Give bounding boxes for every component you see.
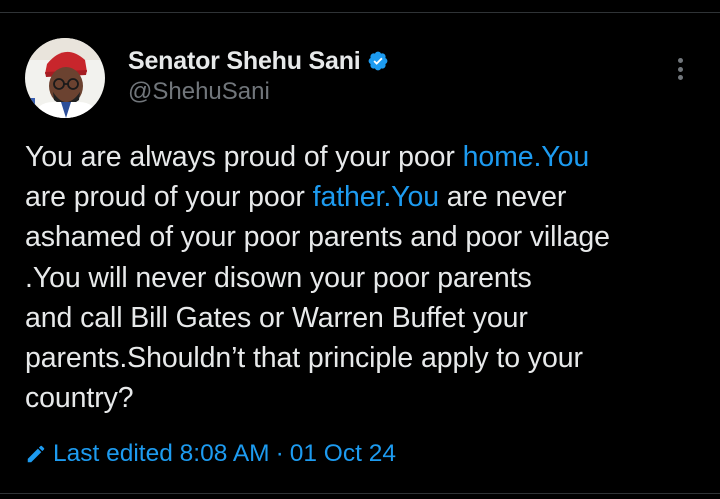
bottom-divider <box>0 493 720 494</box>
tweet-line-5: and call Bill Gates or Warren Buffet you… <box>25 301 528 334</box>
tweet-text-segment: are proud of your poor <box>25 181 313 214</box>
author-handle[interactable]: @ShehuSani <box>128 78 389 106</box>
more-dot <box>677 75 683 80</box>
edited-separator: · <box>275 440 284 467</box>
edited-label: Last edited 8:08 AM <box>53 440 270 467</box>
more-dot <box>677 58 683 63</box>
tweet-line-6: parents.Shouldn’t that principle apply t… <box>25 342 583 375</box>
top-divider <box>0 12 720 13</box>
more-dot <box>677 66 683 72</box>
more-options-icon[interactable] <box>670 54 690 84</box>
author-display-name[interactable]: Senator Shehu Sani <box>128 47 361 76</box>
tweet-text-segment: are never <box>438 181 567 214</box>
tweet-text: You are always proud of your poor home.Y… <box>25 137 705 418</box>
tweet-line-7: country? <box>25 382 134 415</box>
last-edited-link[interactable]: Last edited 8:08 AM · 01 Oct 24 <box>25 440 396 468</box>
avatar-image <box>25 38 105 118</box>
tweet-line-4: .You will never disown your poor parents <box>25 261 532 294</box>
tweet-line-3: ashamed of your poor parents and poor vi… <box>25 221 610 254</box>
verified-badge-icon[interactable] <box>367 50 389 72</box>
author-name-row: Senator Shehu Sani <box>128 44 389 78</box>
edited-date: 01 Oct 24 <box>289 440 396 467</box>
profile-avatar[interactable] <box>25 38 105 118</box>
tweet-text-segment: You are always proud of your poor <box>25 141 463 173</box>
author-info: Senator Shehu Sani @ShehuSani <box>128 44 389 106</box>
tweet-line-1: You are always proud of your poor home.Y… <box>25 137 705 177</box>
pencil-icon <box>25 443 47 465</box>
hashtag-link-father[interactable]: father.You <box>313 181 439 213</box>
hashtag-link-home[interactable]: home.You <box>463 141 590 173</box>
tweet-line-2: are proud of your poor father.You are ne… <box>25 177 705 217</box>
